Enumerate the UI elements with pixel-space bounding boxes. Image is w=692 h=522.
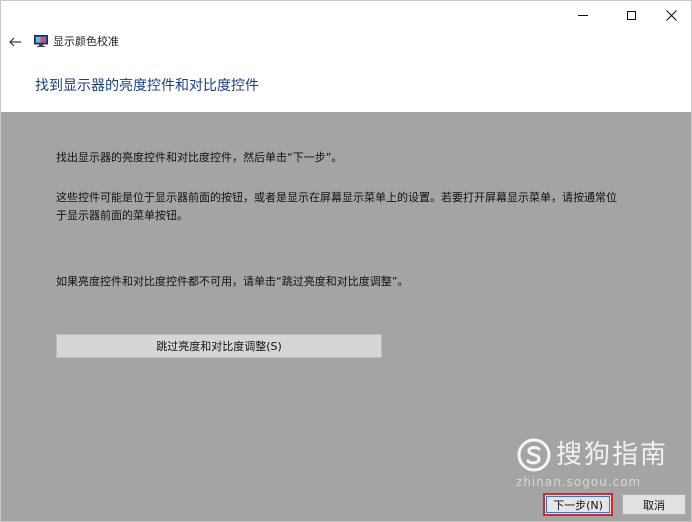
back-arrow-icon bbox=[9, 37, 21, 47]
back-button[interactable] bbox=[5, 32, 25, 52]
title-bar bbox=[1, 1, 691, 29]
maximize-icon bbox=[626, 10, 636, 20]
instruction-paragraph-2: 这些控件可能是位于显示器前面的按钮，或者是显示在屏幕显示菜单上的设置。若要打开屏… bbox=[56, 191, 617, 222]
footer-bar: 下一步(N) 取消 bbox=[1, 486, 691, 521]
instruction-paragraph-1: 找出显示器的亮度控件和对比度控件，然后单击“下一步”。 bbox=[56, 151, 343, 164]
content-area: 找出显示器的亮度控件和对比度控件，然后单击“下一步”。 这些控件可能是位于显示器… bbox=[1, 112, 691, 486]
monitor-icon bbox=[34, 35, 48, 47]
close-button[interactable] bbox=[648, 1, 692, 29]
next-button[interactable]: 下一步(N) bbox=[543, 493, 613, 516]
page-heading: 找到显示器的亮度控件和对比度控件 bbox=[35, 78, 259, 94]
navigation-bar: 显示颜色校准 bbox=[1, 29, 691, 55]
minimize-button[interactable] bbox=[560, 1, 606, 29]
next-button-label: 下一步(N) bbox=[553, 498, 603, 512]
instruction-paragraph-3: 如果亮度控件和对比度控件都不可用，请单击“跳过亮度和对比度调整”。 bbox=[56, 275, 409, 288]
close-icon bbox=[665, 9, 677, 21]
calibration-window: 显示颜色校准 找到显示器的亮度控件和对比度控件 找出显示器的亮度控件和对比度控件… bbox=[0, 0, 692, 522]
skip-brightness-contrast-button[interactable]: 跳过亮度和对比度调整(S) bbox=[56, 334, 382, 358]
app-title: 显示颜色校准 bbox=[53, 35, 119, 48]
minimize-icon bbox=[578, 14, 588, 16]
cancel-button[interactable]: 取消 bbox=[622, 494, 686, 515]
